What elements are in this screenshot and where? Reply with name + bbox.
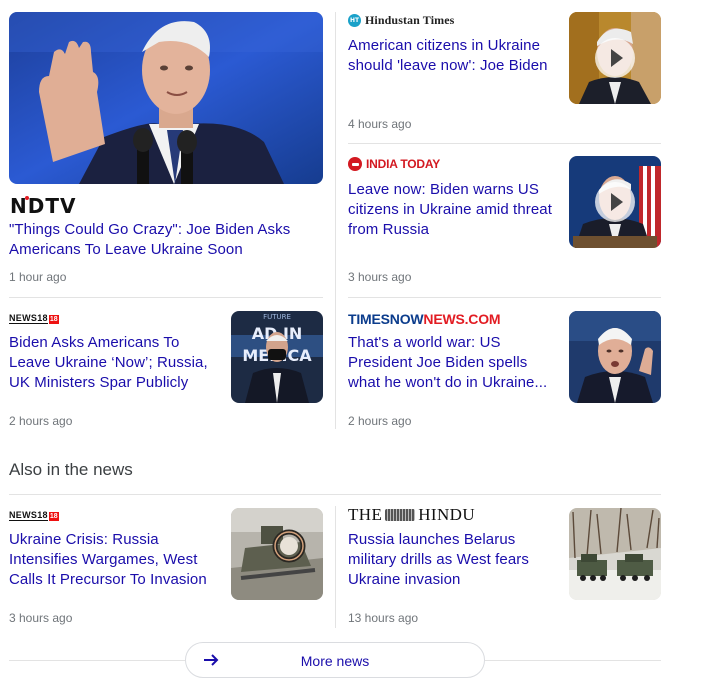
source-logo-times-now: TIMESNOWNEWS.COM — [348, 311, 501, 327]
story-thumbnail — [569, 12, 661, 104]
story-thumbnail — [569, 508, 661, 600]
ndtv-dot-icon — [25, 196, 29, 200]
story-time: 1 hour ago — [9, 270, 67, 284]
source-logo-news18: NEWS18 18 — [9, 311, 59, 327]
story-time: 3 hours ago — [9, 611, 73, 625]
source-name-part2: NEWS.COM — [423, 311, 501, 327]
story-time: 4 hours ago — [348, 117, 412, 131]
story-time: 2 hours ago — [9, 414, 73, 428]
story-card-news18[interactable]: NEWS18 18 Biden Asks Americans To Leave U… — [9, 311, 323, 429]
story-thumbnail — [231, 508, 323, 600]
source-name-part2: HINDU — [418, 505, 476, 524]
source-logo-ndtv: NDTV — [10, 194, 77, 218]
story-card-the-hindu[interactable]: THE HINDU Russia launches Belarus militar… — [348, 505, 661, 626]
section-title-also-in-news: Also in the news — [9, 460, 133, 479]
play-icon[interactable] — [595, 182, 635, 222]
story-time: 2 hours ago — [348, 414, 412, 428]
source-name: NDTV — [10, 194, 77, 218]
story-thumbnail — [569, 156, 661, 248]
source-name: NEWS18 — [9, 510, 48, 521]
column-divider — [335, 12, 336, 429]
story-headline[interactable]: Leave now: Biden warns US citizens in Uk… — [348, 180, 558, 240]
story-thumbnail — [569, 311, 661, 403]
story-card-ndtv[interactable]: NDTV "Things Could Go Crazy": Joe Biden … — [9, 12, 323, 287]
source-name: NEWS18 — [9, 313, 48, 324]
divider — [485, 660, 661, 661]
hindu-crest-icon — [385, 509, 416, 521]
source-name-part1: TIMESNOW — [348, 311, 424, 327]
story-thumbnail: FUTURE AD IN MERICA — [231, 311, 323, 403]
source-name-part1: THE — [348, 505, 383, 524]
ht-badge-icon: HT — [348, 13, 361, 27]
story-card-news18-wargames[interactable]: NEWS18 18 Ukraine Crisis: Russia Intensif… — [9, 508, 323, 626]
story-card-hindustan-times[interactable]: HT Hindustan Times American citizens in … — [348, 12, 661, 132]
story-headline[interactable]: American citizens in Ukraine should 'lea… — [348, 36, 558, 76]
story-card-india-today[interactable]: INDIA TODAY Leave now: Biden warns US ci… — [348, 156, 661, 286]
source-logo-the-hindu: THE HINDU — [348, 505, 476, 524]
story-headline[interactable]: Ukraine Crisis: Russia Intensifies Warga… — [9, 530, 221, 590]
source-name: INDIA TODAY — [366, 157, 441, 171]
story-card-times-now[interactable]: TIMESNOWNEWS.COM That's a world war: US … — [348, 311, 661, 429]
divider — [9, 297, 323, 298]
story-headline[interactable]: Biden Asks Americans To Leave Ukraine ‘N… — [9, 333, 221, 393]
divider — [9, 494, 661, 495]
story-headline[interactable]: Russia launches Belarus military drills … — [348, 530, 560, 590]
divider — [348, 143, 661, 144]
source-logo-news18: NEWS18 18 — [9, 508, 59, 524]
banner-text: FUTURE — [263, 313, 291, 321]
more-news-label: More news — [300, 653, 370, 669]
divider — [9, 660, 185, 661]
more-news-button[interactable]: More news — [185, 642, 485, 678]
story-headline[interactable]: "Things Could Go Crazy": Joe Biden Asks … — [9, 220, 319, 260]
divider — [348, 297, 661, 298]
source-logo-india-today: INDIA TODAY — [348, 156, 440, 172]
column-divider — [335, 506, 336, 628]
story-headline[interactable]: That's a world war: US President Joe Bid… — [348, 333, 562, 393]
news18-badge-icon: 18 — [48, 511, 59, 521]
india-today-badge-icon — [348, 157, 362, 171]
source-logo-hindustan-times: HT Hindustan Times — [348, 12, 454, 28]
source-name: Hindustan Times — [365, 12, 455, 27]
news18-badge-icon: 18 — [48, 314, 59, 324]
story-image — [9, 12, 323, 184]
story-time: 13 hours ago — [348, 611, 419, 625]
story-time: 3 hours ago — [348, 270, 412, 284]
play-icon[interactable] — [595, 38, 635, 78]
